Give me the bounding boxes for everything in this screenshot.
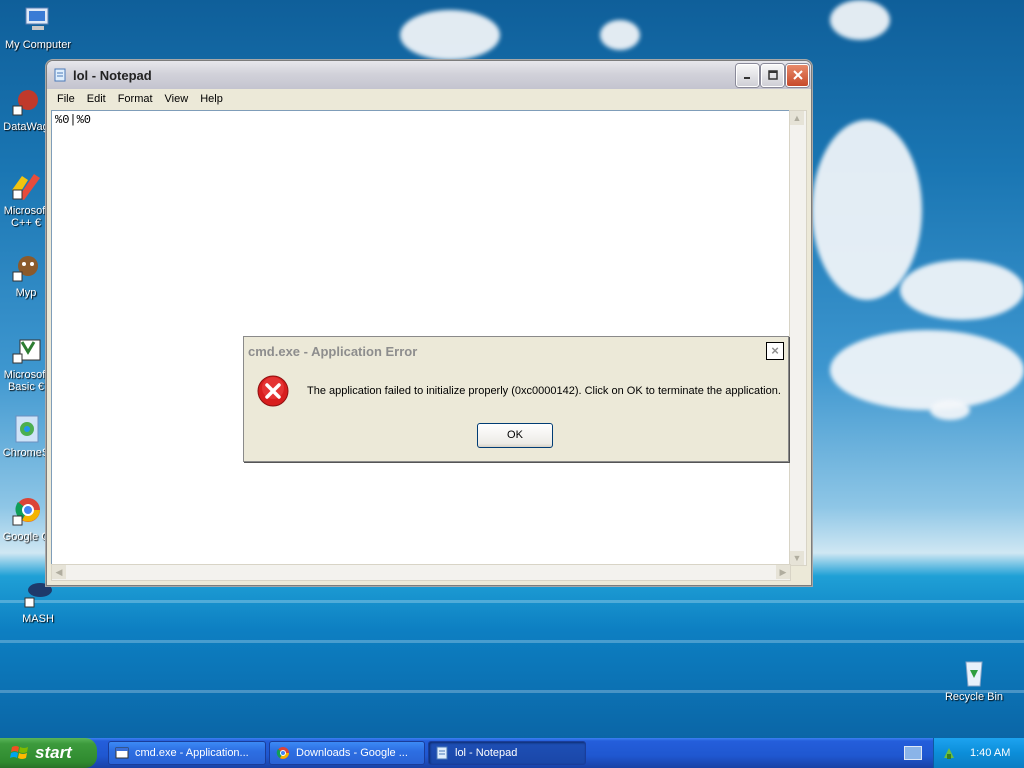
dialog-close-button[interactable]: × <box>766 342 784 360</box>
datawag-icon <box>10 86 42 118</box>
maximize-button[interactable] <box>761 63 784 87</box>
menu-file[interactable]: File <box>51 93 81 105</box>
task-chrome-downloads[interactable]: Downloads - Google ... <box>269 741 425 765</box>
scroll-right-icon[interactable]: ▶ <box>776 565 790 579</box>
minimize-icon <box>743 77 750 79</box>
start-button[interactable]: start <box>0 738 97 768</box>
notepad-titlebar[interactable]: lol - Notepad <box>47 61 811 89</box>
start-label: start <box>35 743 72 762</box>
resize-grip[interactable] <box>791 566 807 581</box>
dialog-titlebar[interactable]: cmd.exe - Application Error × <box>244 337 788 365</box>
error-icon <box>257 375 289 407</box>
horizontal-scrollbar[interactable]: ◀ ▶ <box>51 564 791 581</box>
desktop-icon-my-computer[interactable]: My Computer <box>0 4 78 51</box>
cmd-window-icon <box>115 747 129 759</box>
notepad-content: %0|%0 <box>55 113 92 127</box>
vertical-scrollbar[interactable]: ▲ ▼ <box>789 110 807 566</box>
visual-cpp-icon <box>10 170 42 202</box>
minimize-button[interactable] <box>736 63 759 87</box>
notepad-window[interactable]: lol - Notepad File Edit Format View Help… <box>46 60 812 586</box>
dialog-message: The application failed to initialize pro… <box>307 385 781 397</box>
close-button[interactable] <box>786 63 809 87</box>
task-cmd-error[interactable]: cmd.exe - Application... <box>108 741 266 765</box>
myp-icon <box>10 252 42 284</box>
notepad-icon <box>54 68 66 82</box>
windows-logo-icon <box>10 746 28 759</box>
menu-view[interactable]: View <box>159 93 195 105</box>
chrome-icon <box>276 747 289 759</box>
ok-button[interactable]: OK <box>477 423 553 448</box>
clock[interactable]: 1:40 AM <box>970 747 1010 759</box>
notepad-icon <box>436 746 448 760</box>
close-icon <box>792 70 803 80</box>
system-tray: 1:40 AM <box>933 738 1024 768</box>
maximize-icon <box>767 70 778 80</box>
dialog-title: cmd.exe - Application Error <box>248 343 418 359</box>
notepad-title: lol - Notepad <box>73 67 152 83</box>
menu-format[interactable]: Format <box>112 93 159 105</box>
chrome-setup-icon <box>10 412 42 444</box>
task-notepad[interactable]: lol - Notepad <box>428 741 586 765</box>
safely-remove-hardware-icon[interactable] <box>942 746 956 760</box>
google-chrome-icon <box>10 496 42 528</box>
scroll-left-icon[interactable]: ◀ <box>52 565 66 579</box>
menu-edit[interactable]: Edit <box>81 93 112 105</box>
keyboard-icon[interactable] <box>904 746 922 760</box>
visual-basic-icon <box>10 334 42 366</box>
menu-help[interactable]: Help <box>194 93 229 105</box>
scroll-up-icon[interactable]: ▲ <box>790 111 804 125</box>
taskbar: start cmd.exe - Application... Downloads… <box>0 738 1024 768</box>
scroll-down-icon[interactable]: ▼ <box>790 551 804 565</box>
desktop-icon-recycle-bin[interactable]: Recycle Bin <box>934 656 1014 703</box>
my-computer-icon <box>22 4 54 36</box>
error-dialog[interactable]: cmd.exe - Application Error × The applic… <box>243 336 789 462</box>
recycle-bin-icon <box>958 656 990 688</box>
notepad-menubar: File Edit Format View Help <box>47 89 811 109</box>
